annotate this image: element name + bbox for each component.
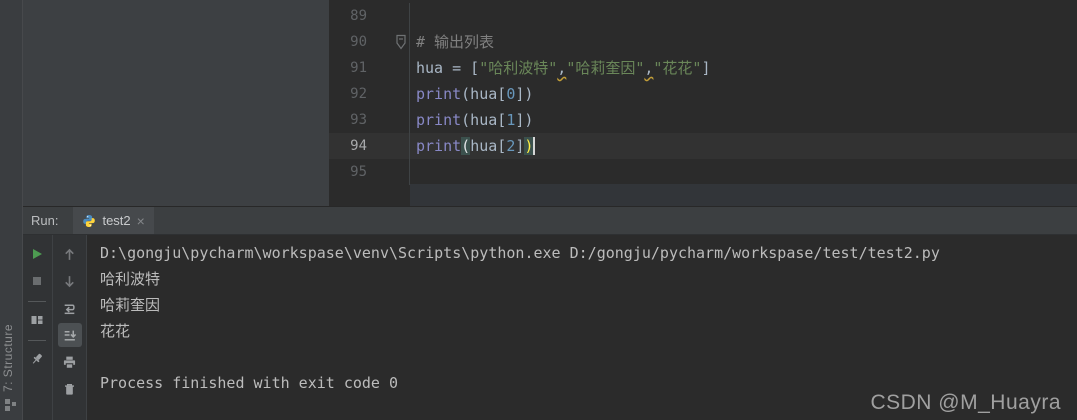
stop-button[interactable] (25, 269, 49, 293)
run-toolbar (22, 235, 53, 420)
code-text[interactable] (409, 159, 416, 185)
console-line: D:\gongju\pycharm\workspase\venv\Scripts… (100, 240, 1077, 266)
code-token: ]) (515, 111, 533, 129)
up-stack-button[interactable] (58, 242, 82, 266)
pycharm-window: 7: Structure 8990# 输出列表91hua = ["哈利波特","… (0, 0, 1077, 420)
editor-bottom-strip (410, 184, 1077, 206)
code-token: "花花" (653, 59, 701, 77)
code-token: 1 (506, 111, 515, 129)
console-line (100, 344, 1077, 370)
clear-all-button[interactable] (58, 377, 82, 401)
code-token: hua[ (470, 137, 506, 155)
code-token: (hua[ (461, 85, 506, 103)
line-number: 93 (329, 107, 409, 133)
console-toolbar (53, 235, 87, 420)
line-number: 90 (329, 29, 409, 55)
scroll-to-end-button[interactable] (58, 323, 82, 347)
code-token: ]) (515, 85, 533, 103)
scroll-to-end-icon (62, 328, 77, 343)
rerun-button[interactable] (25, 242, 49, 266)
rerun-icon (30, 247, 44, 261)
pin-button[interactable] (25, 347, 49, 371)
line-number: 91 (329, 55, 409, 81)
down-arrow-icon (62, 274, 77, 289)
code-token: "哈莉奎因" (566, 59, 644, 77)
restore-layout-button[interactable] (25, 308, 49, 332)
code-line: 95 (329, 159, 1077, 185)
code-token: print (416, 137, 461, 155)
watermark: CSDN @M_Huayra (870, 391, 1061, 415)
up-arrow-icon (62, 247, 77, 262)
fold-region-icon[interactable] (395, 34, 407, 50)
structure-icon[interactable] (4, 398, 18, 412)
code-token: ) (524, 137, 533, 155)
code-token: ] (701, 59, 710, 77)
print-button[interactable] (58, 350, 82, 374)
soft-wrap-button[interactable] (58, 296, 82, 320)
tab-title: test2 (102, 213, 130, 228)
code-text[interactable]: # 输出列表 (409, 29, 494, 55)
python-icon (82, 214, 96, 228)
code-token: , (557, 59, 566, 77)
code-line: 89 (329, 3, 1077, 29)
code-line: 90 # 输出列表 (329, 29, 1077, 55)
code-line: 94print(hua[2]) (329, 133, 1077, 159)
code-line: 93print(hua[1]) (329, 107, 1077, 133)
clear-all-icon (62, 382, 77, 397)
project-panel (23, 0, 329, 206)
code-line: 91hua = ["哈利波特","哈莉奎因","花花"] (329, 55, 1077, 81)
stop-icon (30, 274, 44, 288)
code-editor[interactable]: 8990# 输出列表91hua = ["哈利波特","哈莉奎因","花花"]92… (329, 0, 1077, 206)
code-token: hua = [ (416, 59, 479, 77)
code-token: # 输出列表 (416, 33, 494, 51)
code-token: print (416, 85, 461, 103)
console-line: 花花 (100, 318, 1077, 344)
left-tool-stripe: 7: Structure (0, 0, 23, 420)
code-text[interactable]: print(hua[0]) (409, 81, 533, 107)
down-stack-button[interactable] (58, 269, 82, 293)
line-number: 92 (329, 81, 409, 107)
run-panel-title: Run: (31, 213, 58, 228)
structure-tool-button[interactable]: 7: Structure (1, 324, 15, 392)
line-number: 95 (329, 159, 409, 185)
line-number: 94 (329, 133, 409, 159)
code-token: 0 (506, 85, 515, 103)
run-tool-window: Run: test2 × (22, 206, 1077, 420)
tab-test2[interactable]: test2 × (73, 207, 153, 234)
code-text[interactable]: print(hua[1]) (409, 107, 533, 133)
print-icon (62, 355, 77, 370)
close-icon[interactable]: × (137, 214, 145, 228)
toolbar-divider (28, 301, 46, 302)
toolbar-divider (28, 340, 46, 341)
restore-layout-icon (30, 313, 44, 327)
run-header: Run: test2 × (22, 206, 1077, 235)
code-text[interactable] (409, 3, 416, 29)
code-token: "哈利波特" (479, 59, 557, 77)
code-text[interactable]: hua = ["哈利波特","哈莉奎因","花花"] (409, 55, 711, 81)
code-token: (hua[ (461, 111, 506, 129)
text-cursor (533, 137, 535, 155)
console-line: 哈莉奎因 (100, 292, 1077, 318)
soft-wrap-icon (62, 301, 77, 316)
code-text[interactable]: print(hua[2]) (409, 133, 535, 159)
console-line: 哈利波特 (100, 266, 1077, 292)
code-token: print (416, 111, 461, 129)
pin-icon (30, 352, 44, 366)
code-token: ( (461, 137, 470, 155)
code-line: 92print(hua[0]) (329, 81, 1077, 107)
editor-lines: 8990# 输出列表91hua = ["哈利波特","哈莉奎因","花花"]92… (329, 0, 1077, 185)
line-number: 89 (329, 3, 409, 29)
code-token: 2 (506, 137, 515, 155)
